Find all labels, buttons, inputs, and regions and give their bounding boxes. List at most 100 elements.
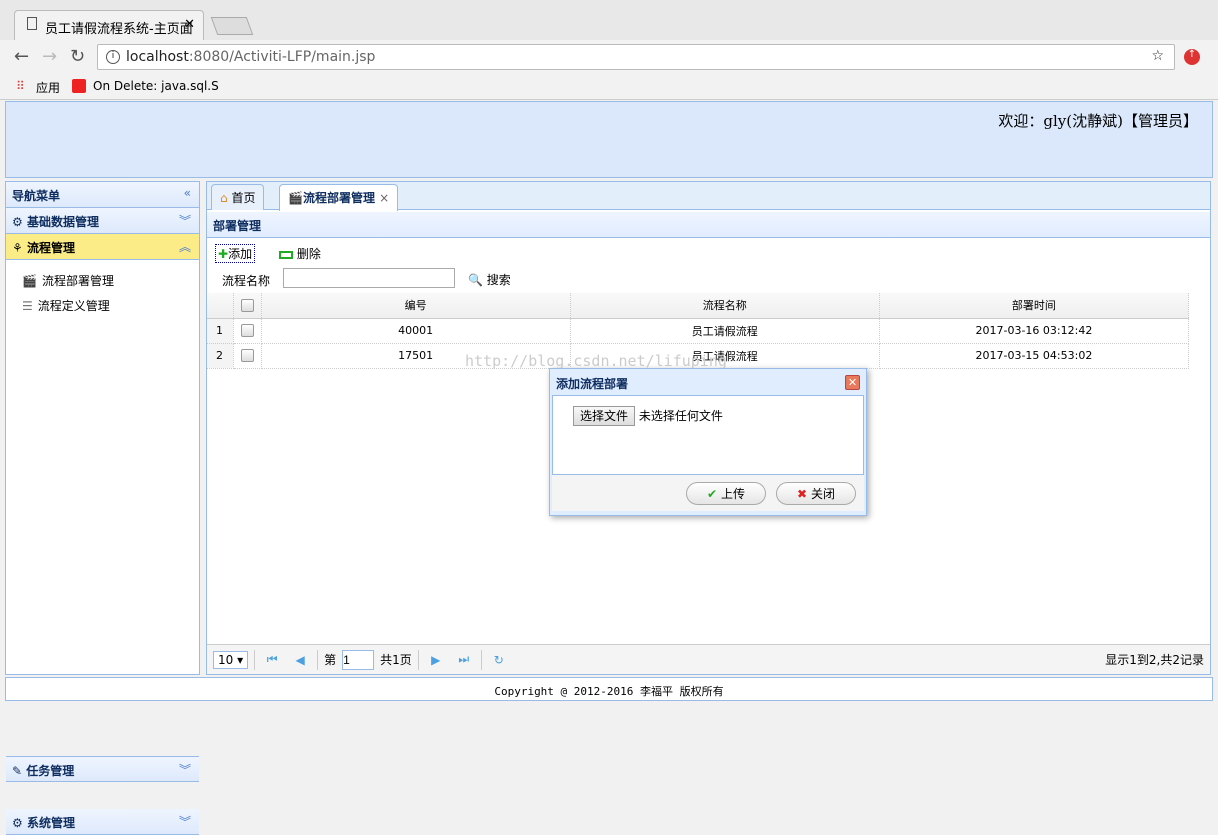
clapper-icon: 🎬 [288,191,303,205]
nav-menu-header: 导航菜单 « [6,182,199,208]
footer: Copyright @ 2012-2016 李福平 版权所有 [5,677,1213,701]
menu-label: 流程定义管理 [37,299,110,313]
cell-time: 2017-03-15 04:53:02 [879,343,1190,369]
chevron-down-icon: ︾ [178,763,191,777]
upload-label: 上传 [721,487,746,501]
star-icon[interactable]: ☆ [1151,48,1164,64]
browser-tab-bar: 员工请假流程系统-主页面 ✕ [0,0,1218,41]
chevron-down-icon: ︾ [178,815,191,829]
search-button-label: 搜索 [486,273,511,287]
page-total: 共1页 [380,653,412,667]
section-basic-data[interactable]: ⚙ 基础数据管理 ︾ [6,208,199,234]
section-process[interactable]: ⚘ 流程管理 ︽ [6,234,199,260]
address-bar[interactable]: i localhost:8080/Activiti-LFP/main.jsp ☆ [97,44,1175,70]
panel-title: 部署管理 [207,212,1210,238]
col-time[interactable]: 部署时间 [879,293,1190,319]
dialog-title: 添加流程部署 [556,377,629,391]
divider [317,649,319,670]
tab-home[interactable]: ⌂ 首页 [211,184,265,210]
home-icon: ⌂ [220,191,228,205]
close-tab-icon[interactable]: ✕ [184,17,195,32]
new-tab-button[interactable] [210,17,254,35]
clapper-icon: 🎬 [22,273,37,288]
apps-icon[interactable]: ⠿ [16,79,25,93]
add-button[interactable]: ✚添加 [215,244,256,263]
minus-icon [279,250,293,259]
prev-page-icon[interactable]: ◀ [289,653,311,667]
dialog-body: 选择文件 未选择任何文件 [552,395,864,475]
extension-icon[interactable]: ↑ [1184,49,1200,65]
col-name[interactable]: 流程名称 [570,293,880,319]
oracle-icon [72,79,86,93]
tab-title: 员工请假流程系统-主页面 [45,22,193,37]
browser-toolbar: ← → ↻ i localhost:8080/Activiti-LFP/main.… [0,40,1218,74]
choose-file-button[interactable]: 选择文件 [573,406,636,426]
search-label: 流程名称 [222,274,271,288]
url-path: :8080/Activiti-LFP/main.jsp [188,49,376,65]
delete-button[interactable]: 删除 [279,245,321,262]
section-task[interactable]: ✎ 任务管理 ︾ [6,756,199,782]
next-page-icon[interactable]: ▶ [425,653,447,667]
menu-definition[interactable]: ☰ 流程定义管理 [6,293,199,318]
section-label: 流程管理 [26,241,75,255]
search-input[interactable] [283,268,455,288]
last-page-icon[interactable]: ⏭ [453,652,475,667]
select-all-checkbox[interactable] [240,299,254,312]
first-page-icon[interactable]: ⏮ [261,652,283,667]
search-button[interactable]: 🔍 搜索 [468,271,511,288]
page-icon [27,17,37,30]
section-system[interactable]: ⚙ 系统管理 ︾ [6,809,199,835]
reload-icon[interactable]: ↻ [70,46,85,67]
cell-name: 员工请假流程 [570,318,880,344]
menu-label: 流程部署管理 [41,274,114,288]
back-icon[interactable]: ← [14,46,29,67]
cell-time: 2017-03-16 03:12:42 [879,318,1190,344]
pagination: 10 ▾ ⏮ ◀ 第 共1页 ▶ ⏭ ↻ 显示1到2,共2记录 [207,644,1210,674]
magnifier-icon: 🔍 [468,273,483,287]
chevron-up-icon: ︽ [178,240,191,254]
divider [417,649,419,670]
menu-deploy[interactable]: 🎬 流程部署管理 [6,268,199,293]
cell-id: 40001 [261,318,571,344]
tab-deploy[interactable]: 🎬流程部署管理 × [279,184,399,211]
page-info: 显示1到2,共2记录 [1105,653,1204,667]
page-size-select[interactable]: 10 ▾ [213,650,249,669]
table-row[interactable]: 1 40001 员工请假流程 2017-03-16 03:12:42 [207,318,1190,344]
x-icon: ✖ [796,486,808,501]
dialog-header: 添加流程部署 ✕ [552,371,864,395]
grid-header: 编号 流程名称 部署时间 [207,293,1190,319]
close-button[interactable]: ✖ 关闭 [776,482,856,505]
delete-label: 删除 [296,247,321,261]
close-tab-icon[interactable]: × [379,191,389,205]
refresh-icon[interactable]: ↻ [488,653,510,667]
forward-icon[interactable]: → [42,46,57,67]
tab-strip: ⌂ 首页 🎬流程部署管理 × [207,182,1210,211]
check-icon: ✔ [706,486,718,501]
section-label: 基础数据管理 [26,215,99,229]
nav-title: 导航菜单 [12,189,61,203]
divider [254,649,256,670]
add-label: 添加 [228,247,253,261]
dialog-footer: ✔ 上传 ✖ 关闭 [552,475,864,511]
page-input[interactable] [342,649,375,670]
close-icon[interactable]: ✕ [845,375,860,390]
col-id[interactable]: 编号 [261,293,571,319]
bookmarks-bar: ⠿ 应用 On Delete: java.sql.S [0,74,1218,100]
definition-icon: ☰ [22,298,33,313]
row-number: 2 [207,343,234,369]
divider [480,649,482,670]
tab-label: 流程部署管理 [302,191,375,205]
add-deployment-dialog: 添加流程部署 ✕ 选择文件 未选择任何文件 ✔ 上传 ✖ 关闭 [549,368,867,516]
row-checkbox[interactable] [240,349,254,363]
info-icon: i [106,50,120,64]
upload-button[interactable]: ✔ 上传 [686,482,766,505]
section-label: 任务管理 [26,764,75,778]
bookmark-apps[interactable]: 应用 [36,79,60,96]
chevron-down-icon: ︾ [178,214,191,228]
bookmark-on-delete[interactable]: On Delete: java.sql.S [93,79,219,93]
collapse-left-icon[interactable]: « [184,186,191,200]
row-number: 1 [207,318,234,344]
row-checkbox[interactable] [240,324,254,338]
app-header: 欢迎：gly(沈静斌)【管理员】 [5,101,1213,178]
browser-tab[interactable]: 员工请假流程系统-主页面 ✕ [14,10,204,41]
